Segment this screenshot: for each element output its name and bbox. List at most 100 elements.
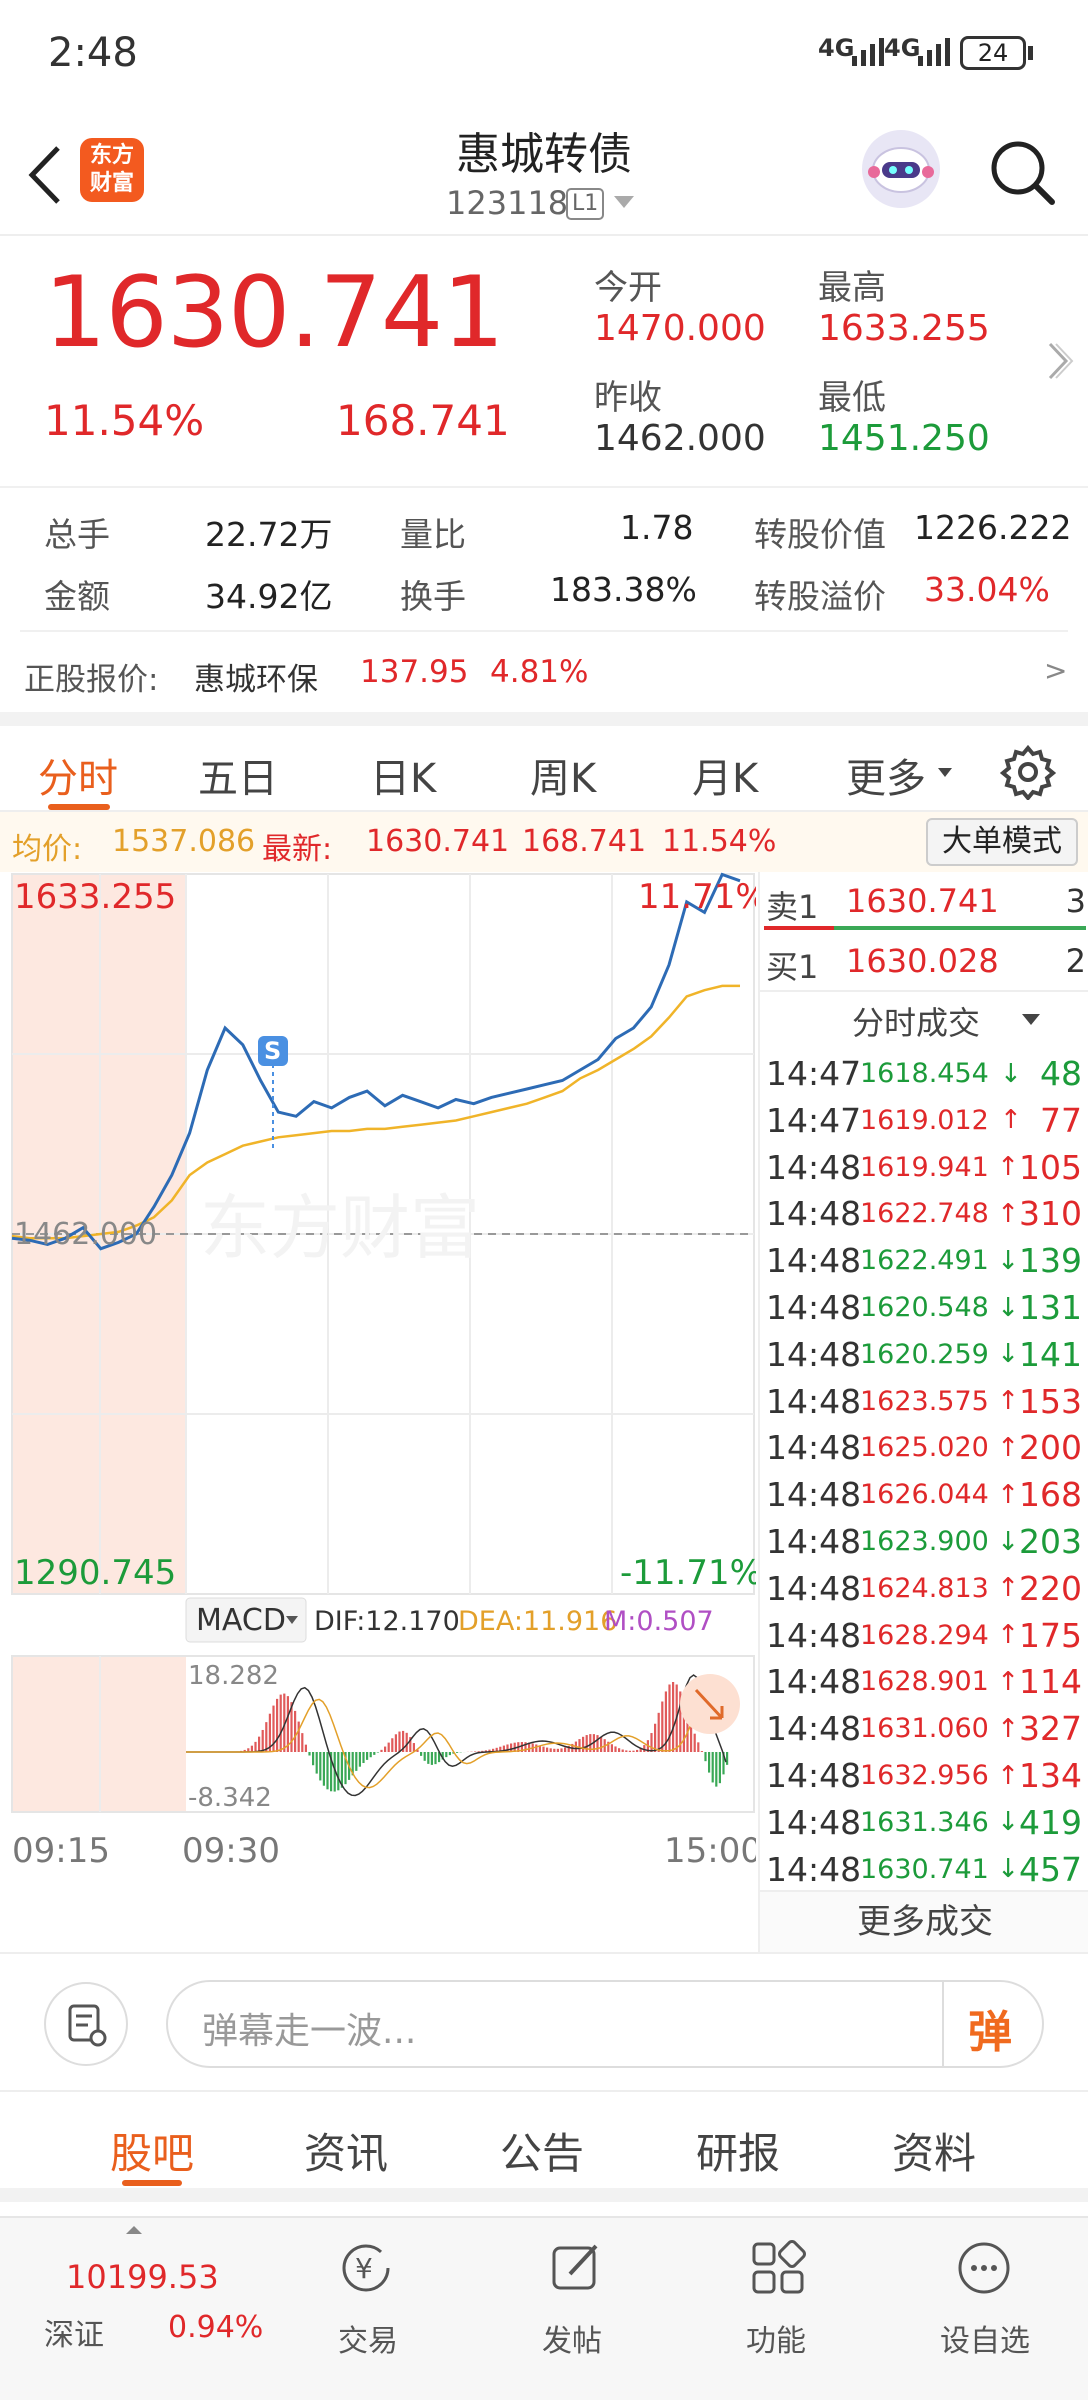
danmu-list-icon[interactable] xyxy=(44,1982,128,2066)
trade-volume: 139 xyxy=(1019,1241,1082,1281)
index-up-icon xyxy=(126,2226,142,2234)
more-dropdown-icon xyxy=(938,768,952,777)
tab-research[interactable]: 研报 xyxy=(696,2120,780,2181)
trade-icon[interactable]: ¥ xyxy=(336,2238,396,2298)
watchlist-icon[interactable] xyxy=(954,2238,1014,2298)
sell1-row: 卖1 1630.741 3 xyxy=(760,872,1088,930)
turnover-label: 换手 xyxy=(400,577,466,616)
macd-bar xyxy=(718,1752,721,1784)
macd-bar xyxy=(668,1684,671,1752)
macd-bar xyxy=(380,1749,383,1752)
trade-volume: 153 xyxy=(1019,1381,1082,1421)
level-dropdown-icon[interactable] xyxy=(614,196,634,208)
post-label[interactable]: 发帖 xyxy=(542,2316,602,2360)
current-price: 1630.741 xyxy=(44,256,505,370)
tab-guba[interactable]: 股吧 xyxy=(110,2120,194,2181)
trade-time: 14:48 xyxy=(766,1288,862,1327)
trade-direction-icon: ↑ xyxy=(997,1713,1019,1744)
stats-panel: 总手 22.72万 量比 1.78 转股价值 1226.222 金额 34.92… xyxy=(0,486,1088,716)
time-end: 15:00 xyxy=(664,1831,756,1871)
tab-more[interactable]: 更多 xyxy=(846,746,926,804)
tab-five-day[interactable]: 五日 xyxy=(198,746,278,804)
macd-bar xyxy=(618,1748,621,1752)
buy1-price: 1630.028 xyxy=(846,942,999,980)
macd-bar xyxy=(700,1751,703,1752)
tab-weekly-k[interactable]: 周K xyxy=(530,746,596,804)
trade-volume: 77 xyxy=(1040,1100,1082,1140)
low-value: 1451.250 xyxy=(818,418,990,459)
functions-icon[interactable] xyxy=(748,2238,808,2298)
trade-volume: 220 xyxy=(1019,1568,1082,1608)
danmu-input[interactable]: 弹幕走一波... 弹 xyxy=(166,1980,1044,2068)
tab-announcements[interactable]: 公告 xyxy=(500,2120,584,2181)
tab-news[interactable]: 资讯 xyxy=(304,2120,388,2181)
macd-bar xyxy=(427,1752,430,1764)
index-pct[interactable]: 0.94% xyxy=(168,2310,263,2345)
trade-volume: 134 xyxy=(1019,1756,1082,1795)
trade-direction-icon: ↑ xyxy=(997,1432,1019,1463)
premium-label: 转股溢价 xyxy=(754,577,886,616)
macd-bar xyxy=(632,1750,635,1752)
sell-bar xyxy=(764,926,834,930)
intraday-chart[interactable]: 东方财富 S 1633.255 1290.745 11.71% -11.71% … xyxy=(0,872,768,1952)
more-trades-button[interactable]: 更多成交 xyxy=(760,1890,1088,1952)
macd-bar xyxy=(261,1729,264,1752)
latest-pct: 11.54% xyxy=(662,824,777,859)
underlying-row[interactable]: 正股报价: 惠城环保 137.95 4.81% > xyxy=(0,632,1088,704)
trade-price: 1623.900 xyxy=(860,1526,989,1557)
watchlist-label[interactable]: 设自选 xyxy=(940,2316,1030,2360)
chart-bottom-pct: -11.71% xyxy=(620,1553,756,1593)
robot-assistant-icon[interactable] xyxy=(862,130,940,208)
divider xyxy=(760,990,1088,992)
index-name[interactable]: 深证 xyxy=(44,2310,104,2354)
svg-text:¥: ¥ xyxy=(355,2252,373,2285)
macd-bar xyxy=(636,1749,639,1752)
trade-price: 1618.454 xyxy=(860,1058,989,1089)
danmu-send-button[interactable]: 弹 xyxy=(968,1996,1012,2060)
functions-label[interactable]: 功能 xyxy=(746,2316,806,2360)
macd-bar xyxy=(276,1698,279,1752)
trade-volume: 310 xyxy=(1019,1194,1082,1234)
macd-bar xyxy=(600,1736,603,1752)
macd-bar xyxy=(582,1736,585,1752)
trade-direction-icon: ↑ xyxy=(1000,1105,1022,1136)
trade-direction-icon: ↑ xyxy=(997,1386,1019,1417)
dea-value: DEA:11.916 xyxy=(458,1606,617,1637)
macd-bar xyxy=(560,1748,563,1752)
trade-list-dropdown-icon[interactable] xyxy=(1022,1014,1040,1025)
trade-direction-icon: ↑ xyxy=(997,1666,1019,1697)
macd-bar xyxy=(387,1742,390,1752)
macd-bar xyxy=(535,1744,538,1752)
prev-close-value: 1462.000 xyxy=(594,418,766,459)
trade-time: 14:48 xyxy=(766,1756,862,1795)
tab-profile[interactable]: 资料 xyxy=(892,2120,976,2181)
trade-time: 14:48 xyxy=(766,1334,862,1374)
trade-price: 1620.259 xyxy=(860,1338,989,1370)
settings-gear-icon[interactable] xyxy=(999,744,1057,802)
post-icon[interactable] xyxy=(546,2238,606,2298)
trade-row: 14:48 1631.346 ↓ 419 xyxy=(760,1799,1088,1846)
big-order-mode-button[interactable]: 大单模式 xyxy=(926,818,1078,866)
trade-direction-icon: ↓ xyxy=(997,1807,1019,1838)
trade-list-header[interactable]: 分时成交 xyxy=(852,998,980,1044)
macd-bar xyxy=(578,1739,581,1752)
tab-intraday[interactable]: 分时 xyxy=(38,746,118,804)
trade-volume: 141 xyxy=(1019,1334,1082,1374)
macd-bar xyxy=(405,1732,408,1752)
watermark: 东方财富 xyxy=(200,1187,480,1269)
open-value: 1470.000 xyxy=(594,308,766,349)
index-value[interactable]: 10199.53 xyxy=(66,2258,219,2296)
m-value: M:0.507 xyxy=(604,1606,714,1637)
underlying-price: 137.95 xyxy=(360,654,469,690)
tab-daily-k[interactable]: 日K xyxy=(370,746,436,804)
search-icon[interactable] xyxy=(986,136,1058,208)
time-open: 09:30 xyxy=(182,1831,280,1871)
macd-bar xyxy=(297,1721,300,1752)
trade-label[interactable]: 交易 xyxy=(338,2316,398,2360)
trade-row: 14:48 1624.813 ↑ 220 xyxy=(760,1565,1088,1612)
expand-chevron-icon[interactable] xyxy=(1044,336,1074,386)
tab-monthly-k[interactable]: 月K xyxy=(692,746,758,804)
dif-value: DIF:12.170 xyxy=(314,1606,460,1637)
signal-4g-icon: 4G xyxy=(818,34,855,62)
level-badge[interactable]: L1 xyxy=(566,188,605,220)
